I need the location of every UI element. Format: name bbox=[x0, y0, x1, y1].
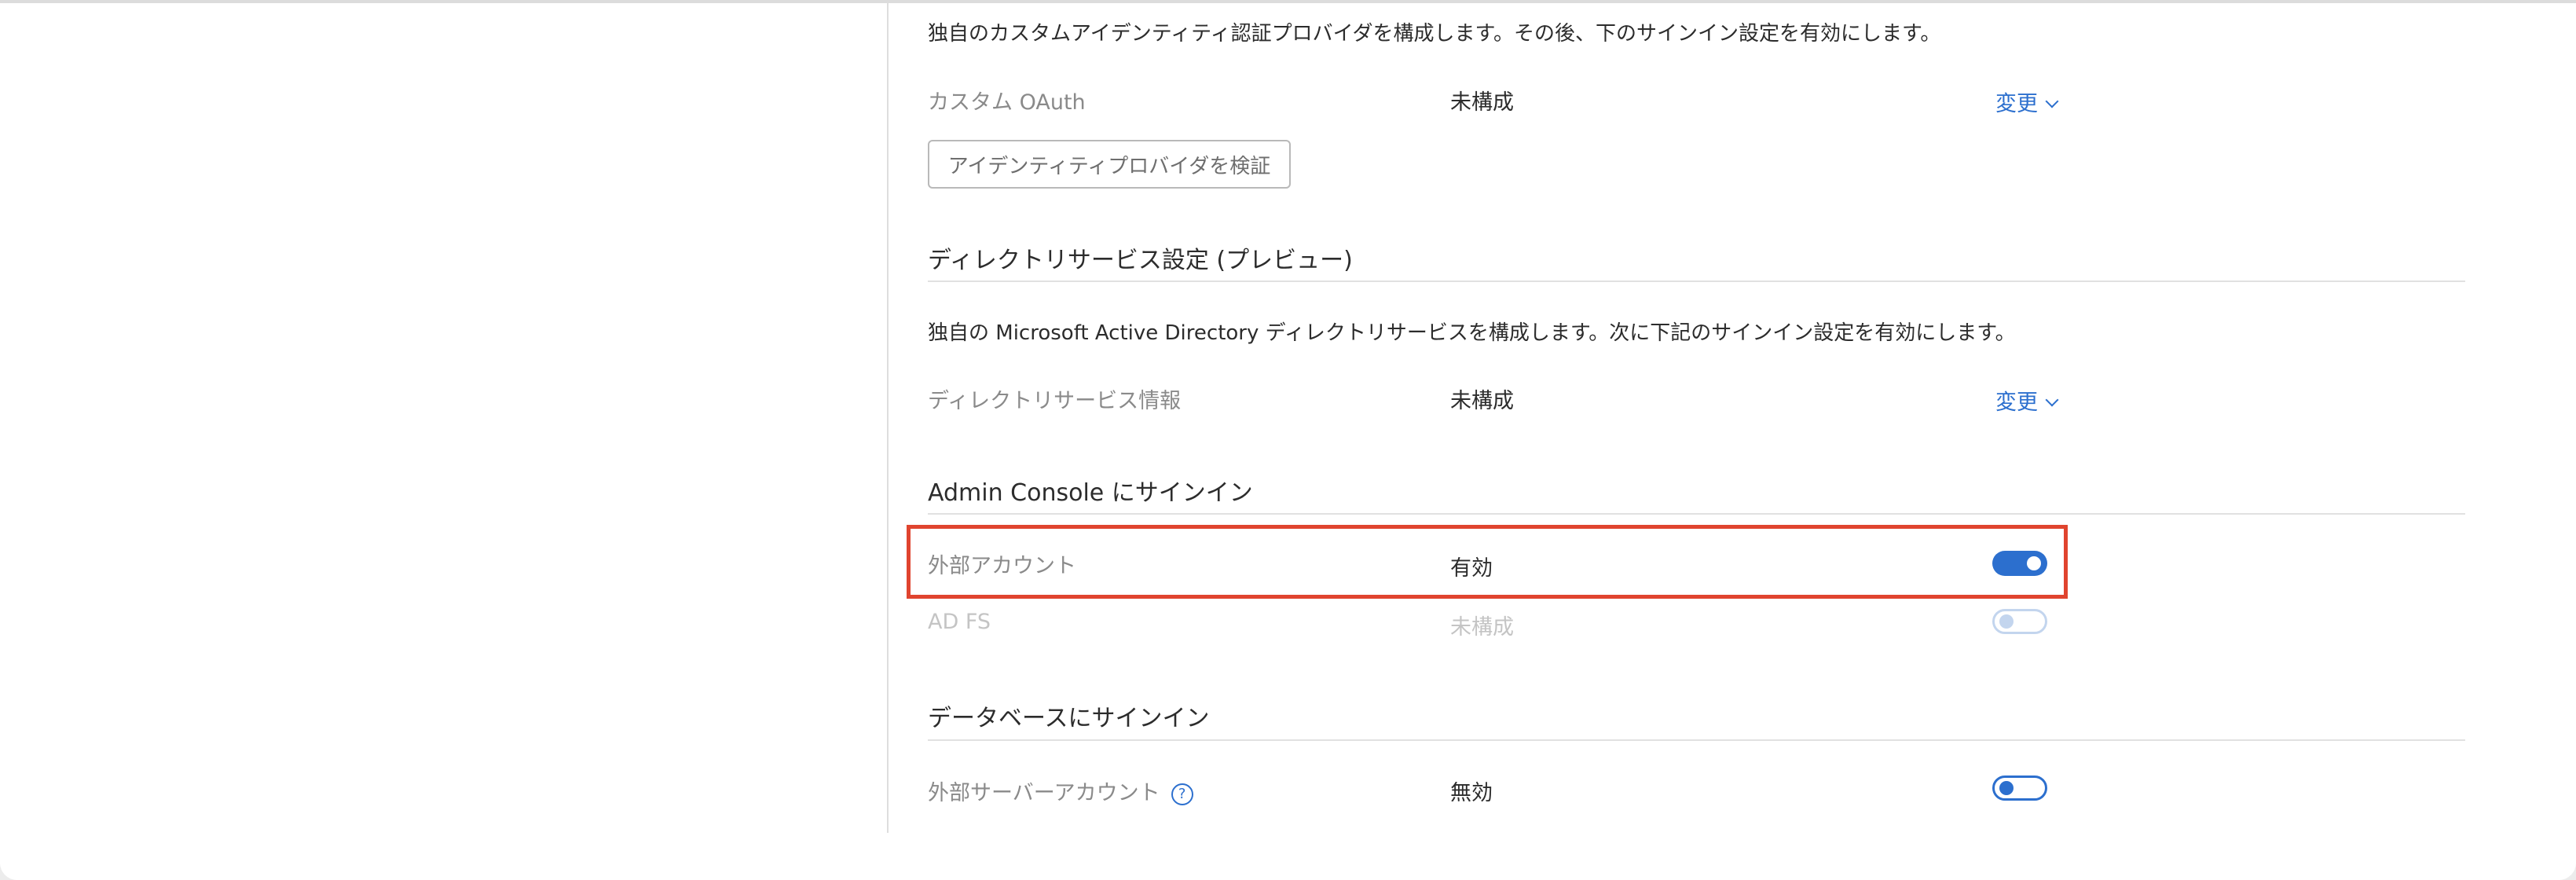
external-account-label: 外部アカウント bbox=[928, 554, 1076, 578]
directory-service-change-link[interactable]: 変更 bbox=[1995, 385, 2059, 416]
toggle-knob bbox=[2027, 556, 2041, 570]
page-bottom bbox=[0, 833, 2576, 880]
external-server-account-value: 無効 bbox=[1450, 781, 1493, 805]
external-server-account-label: 外部サーバーアカウント? bbox=[928, 776, 1193, 807]
chevron-down-icon bbox=[2045, 393, 2059, 407]
section-divider bbox=[928, 513, 2465, 515]
settings-page: 独自のカスタムアイデンティティ認証プロバイダを構成します。その後、下のサインイン… bbox=[0, 0, 2576, 880]
custom-oauth-change-link[interactable]: 変更 bbox=[1995, 86, 2059, 117]
database-signin-title: データベースにサインイン bbox=[928, 705, 1210, 732]
toggle-knob bbox=[1999, 781, 2014, 795]
directory-service-title: ディレクトリサービス設定 (プレビュー) bbox=[928, 247, 1353, 274]
section-divider bbox=[928, 280, 2465, 282]
directory-service-description: 独自の Microsoft Active Directory ディレクトリサービ… bbox=[928, 321, 2016, 345]
verify-identity-provider-button[interactable]: アイデンティティプロバイダを検証 bbox=[928, 140, 1291, 189]
ad-fs-toggle[interactable] bbox=[1992, 609, 2047, 634]
external-account-value: 有効 bbox=[1450, 556, 1493, 581]
help-icon[interactable]: ? bbox=[1171, 783, 1193, 805]
custom-oauth-value: 未構成 bbox=[1450, 90, 1514, 115]
external-server-account-label-text: 外部サーバーアカウント bbox=[928, 781, 1160, 805]
directory-service-label: ディレクトリサービス情報 bbox=[928, 389, 1182, 413]
change-link-label: 変更 bbox=[1995, 92, 2038, 116]
external-account-toggle[interactable] bbox=[1992, 551, 2047, 576]
chevron-down-icon bbox=[2045, 94, 2059, 108]
panel-divider bbox=[887, 3, 889, 833]
ad-fs-value: 未構成 bbox=[1450, 615, 1514, 640]
ad-fs-label: AD FS bbox=[928, 610, 991, 634]
admin-console-signin-title: Admin Console にサインイン bbox=[928, 479, 1253, 507]
directory-service-value: 未構成 bbox=[1450, 389, 1514, 413]
left-panel bbox=[0, 3, 887, 836]
custom-oauth-description: 独自のカスタムアイデンティティ認証プロバイダを構成します。その後、下のサインイン… bbox=[928, 22, 1941, 46]
external-server-account-toggle[interactable] bbox=[1992, 776, 2047, 801]
section-divider bbox=[928, 739, 2465, 741]
custom-oauth-label: カスタム OAuth bbox=[928, 90, 1086, 115]
toggle-knob bbox=[1999, 614, 2014, 629]
change-link-label: 変更 bbox=[1995, 390, 2038, 415]
